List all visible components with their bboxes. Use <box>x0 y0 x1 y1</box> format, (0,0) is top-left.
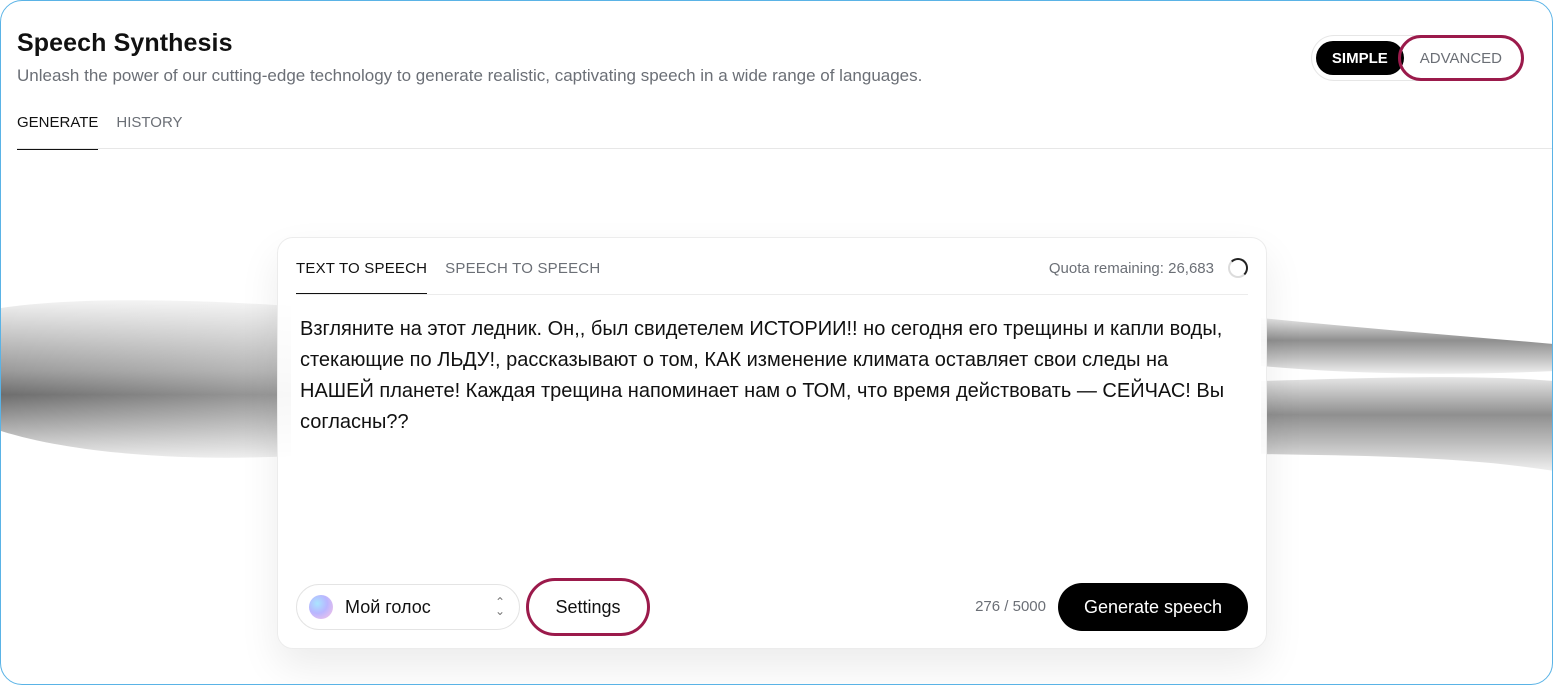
synthesis-mode-tabs: TEXT TO SPEECH SPEECH TO SPEECH <box>296 260 600 294</box>
tab-speech-to-speech[interactable]: SPEECH TO SPEECH <box>445 260 600 294</box>
generate-speech-button[interactable]: Generate speech <box>1058 583 1248 631</box>
tab-generate[interactable]: GENERATE <box>17 114 99 150</box>
app-window: Speech Synthesis Unleash the power of ou… <box>0 0 1553 685</box>
speech-text-input[interactable]: Взгляните на этот ледник. Он,, был свиде… <box>300 314 1240 438</box>
tabs-divider <box>17 148 1552 149</box>
voice-selector[interactable]: Мой голос ⌃ ⌄ <box>296 584 520 630</box>
main-tabs: GENERATE HISTORY <box>17 114 183 150</box>
character-counter: 276 / 5000 <box>975 598 1046 615</box>
chevron-updown-icon: ⌃ ⌄ <box>494 595 505 618</box>
mode-toggle: SIMPLE ADVANCED <box>1311 35 1525 81</box>
simple-mode-button[interactable]: SIMPLE <box>1315 41 1404 75</box>
page-title: Speech Synthesis <box>17 29 233 57</box>
tab-history[interactable]: HISTORY <box>116 114 182 150</box>
loading-spinner-icon <box>1228 258 1248 278</box>
settings-button[interactable]: Settings <box>526 578 650 636</box>
page-subtitle: Unleash the power of our cutting-edge te… <box>17 66 923 85</box>
quota-remaining: Quota remaining: 26,683 <box>1048 260 1214 277</box>
advanced-mode-button[interactable]: ADVANCED <box>1397 35 1525 81</box>
card-tabs-divider <box>296 294 1248 295</box>
tab-text-to-speech[interactable]: TEXT TO SPEECH <box>296 260 428 294</box>
voice-selector-label: Мой голос <box>345 596 431 617</box>
synthesis-card: TEXT TO SPEECH SPEECH TO SPEECH Quota re… <box>277 237 1267 649</box>
page-header: Speech Synthesis Unleash the power of ou… <box>17 29 1522 86</box>
voice-avatar-icon <box>309 595 333 619</box>
